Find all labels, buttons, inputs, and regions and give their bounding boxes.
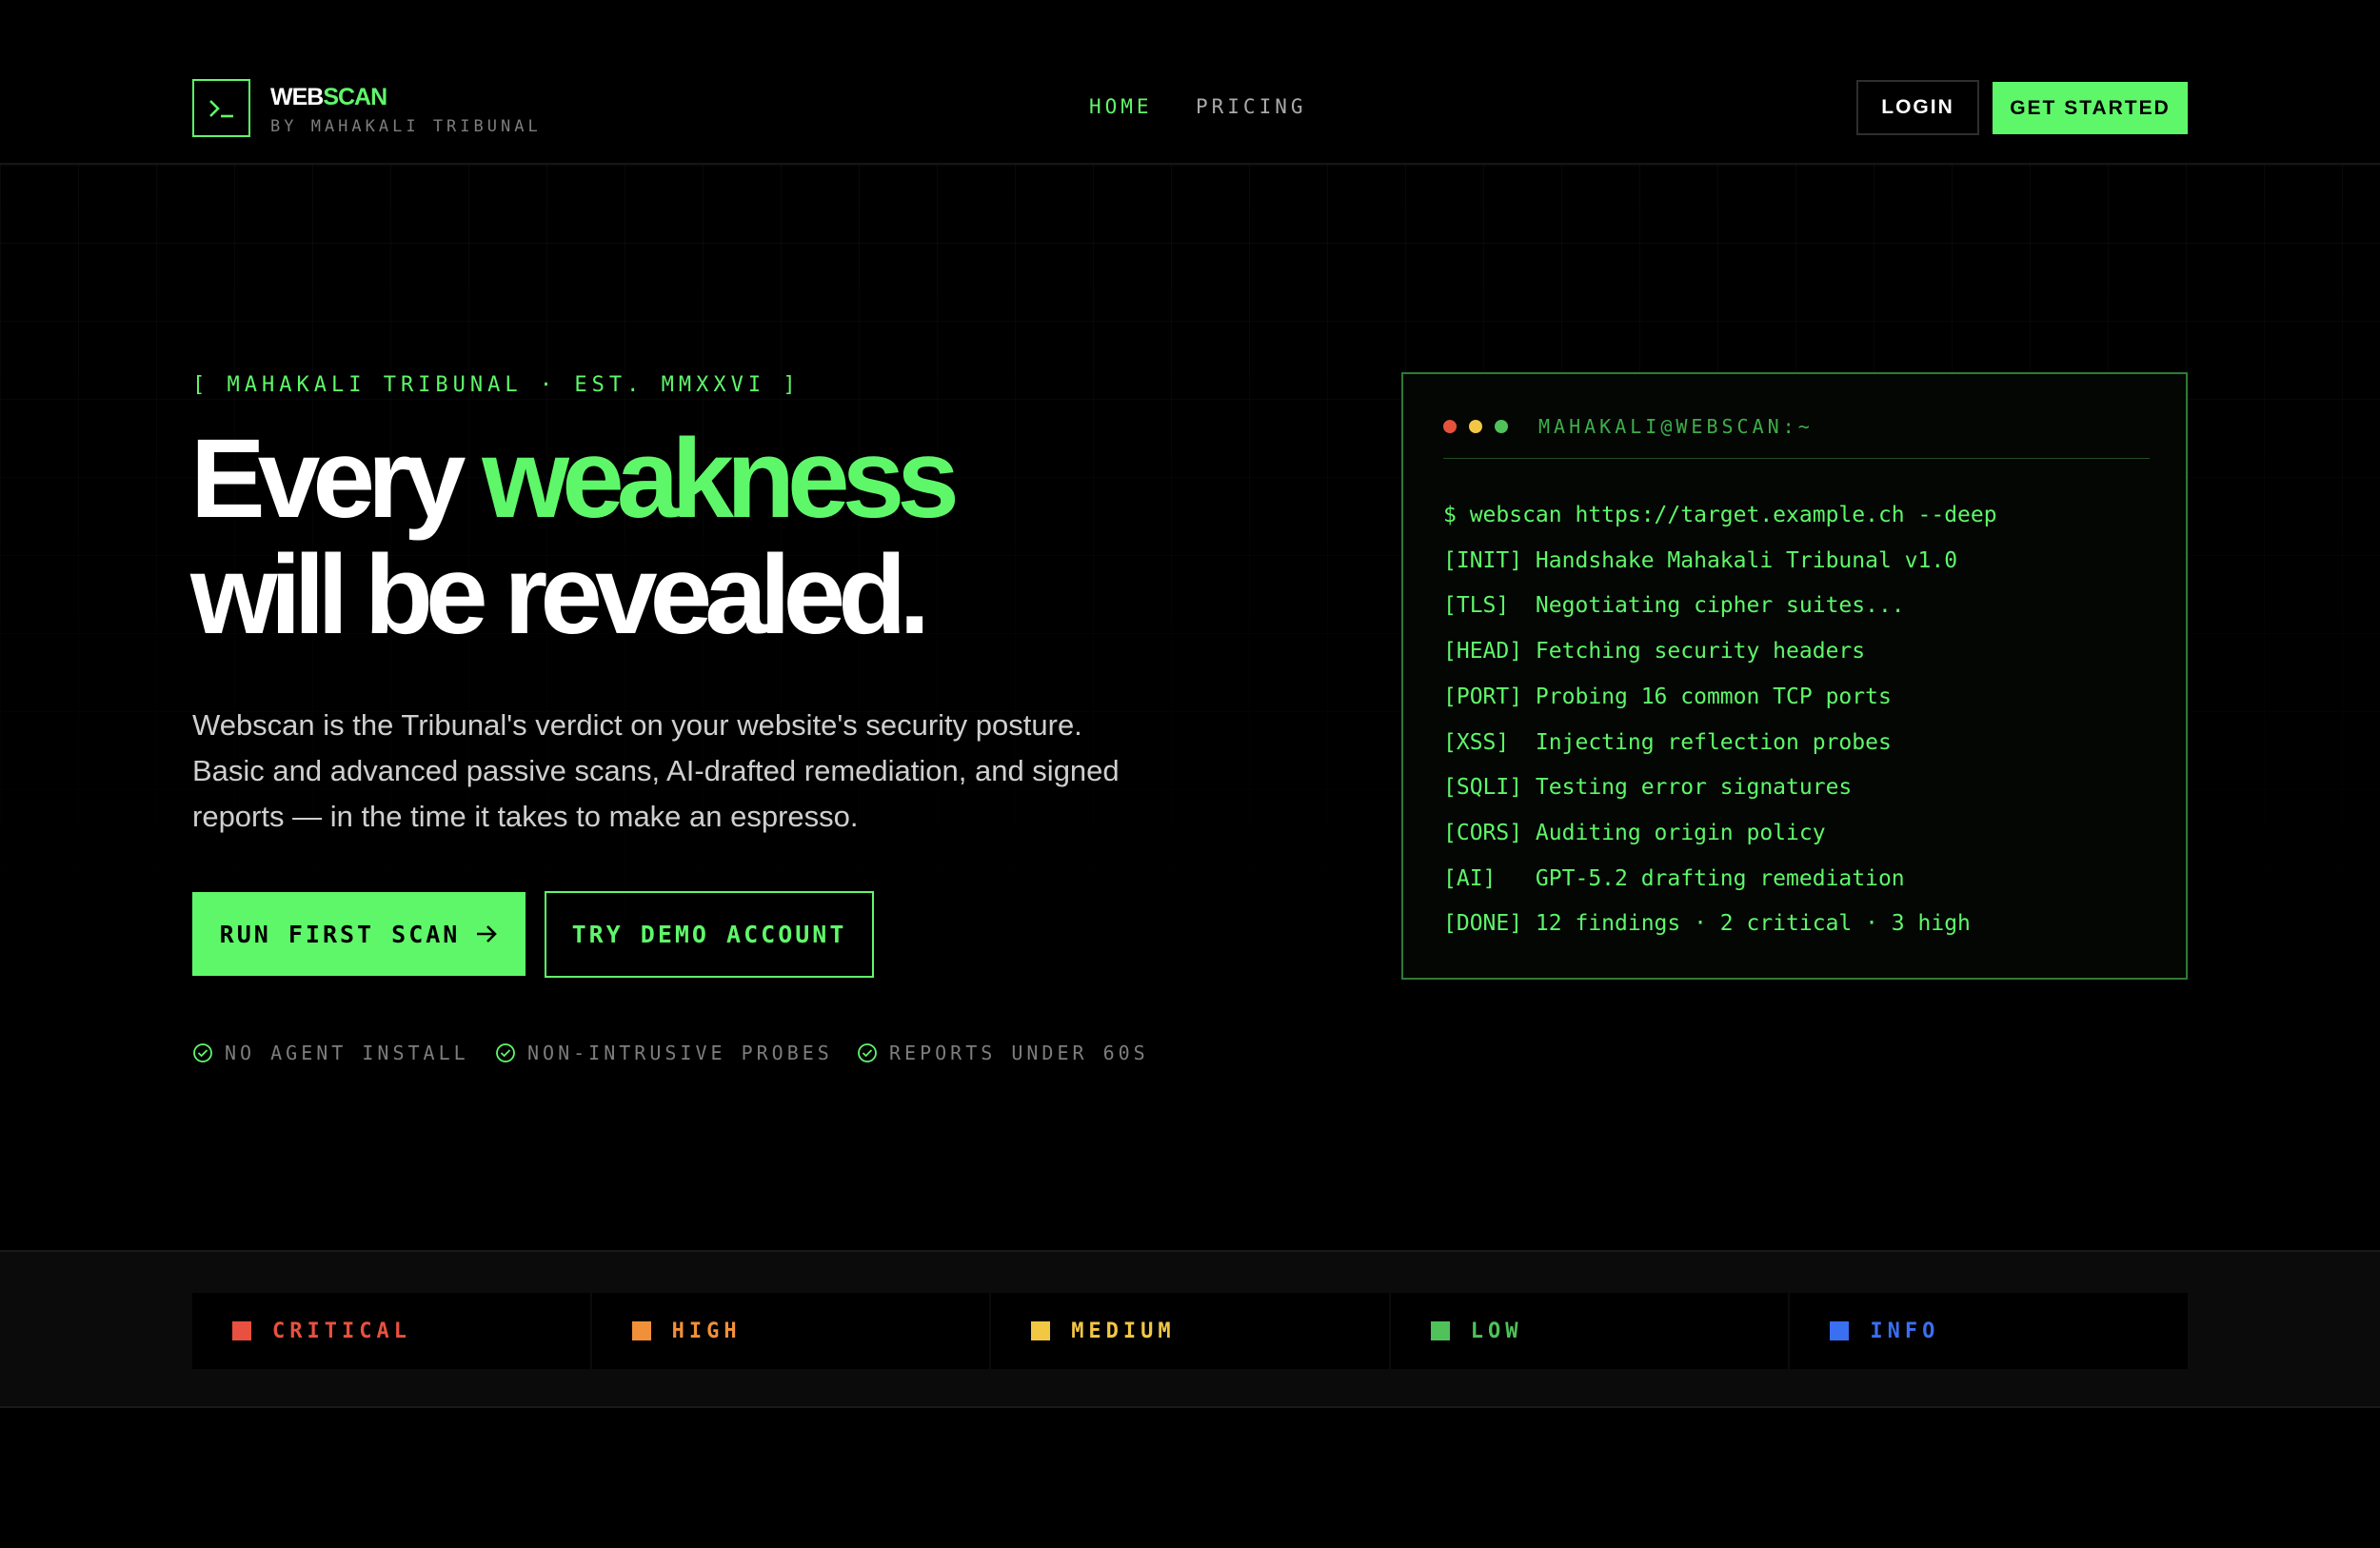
severity-label: CRITICAL: [272, 1319, 411, 1343]
run-first-scan-label: RUN FIRST SCAN: [219, 920, 461, 948]
hero-headline: Every weakness will be revealed.: [190, 421, 960, 653]
arrow-right-icon: [477, 925, 498, 943]
feature-label: REPORTS UNDER 60S: [889, 1042, 1149, 1064]
maximize-dot-icon: [1495, 420, 1508, 433]
hero-description: Webscan is the Tribunal's verdict on you…: [192, 708, 1120, 833]
severity-row: CRITICAL HIGH MEDIUM LOW INFO: [192, 1293, 2188, 1369]
brand-name[interactable]: WEBSCAN: [270, 84, 387, 111]
feature-label: NON-INTRUSIVE PROBES: [527, 1042, 833, 1064]
severity-square-icon: [1830, 1321, 1850, 1340]
severity-label: INFO: [1870, 1319, 1940, 1343]
check-circle-icon: [858, 1043, 877, 1062]
close-dot-icon: [1443, 420, 1457, 433]
hero-eyebrow: [ MAHAKALI TRIBUNAL · EST. MMXXVI ]: [192, 373, 801, 397]
severity-medium: MEDIUM: [991, 1293, 1389, 1369]
nav-pricing[interactable]: PRICING: [1196, 95, 1307, 118]
window-controls: [1443, 420, 1508, 433]
severity-square-icon: [1430, 1321, 1450, 1340]
run-first-scan-button[interactable]: RUN FIRST SCAN: [192, 892, 526, 976]
terminal-line: [PORT] Probing 16 common TCP ports: [1443, 684, 1892, 709]
terminal-title: MAHAKALI@WEBSCAN:~: [1538, 415, 1814, 438]
terminal-line: $ webscan https://target.example.ch --de…: [1443, 503, 1997, 527]
severity-critical: CRITICAL: [192, 1293, 590, 1369]
headline-highlight: weakness: [482, 416, 960, 542]
site-header: WEBSCAN BY MAHAKALI TRIBUNAL HOME PRICIN…: [0, 0, 2380, 165]
headline-line2: will be revealed.: [190, 532, 930, 658]
feature-label: NO AGENT INSTALL: [225, 1042, 469, 1064]
get-started-button[interactable]: GET STARTED: [1993, 82, 2188, 134]
terminal-prompt-icon: [208, 99, 233, 117]
severity-square-icon: [631, 1321, 651, 1340]
feature-item: REPORTS UNDER 60S: [857, 1042, 1149, 1064]
nav-home[interactable]: HOME: [1089, 95, 1153, 118]
brand-name-web: WEB: [270, 84, 324, 110]
severity-info: INFO: [1790, 1293, 2188, 1369]
minimize-dot-icon: [1469, 420, 1482, 433]
terminal-line: [SQLI] Testing error signatures: [1443, 775, 1853, 801]
severity-label: HIGH: [671, 1319, 742, 1343]
terminal-output: $ webscan https://target.example.ch --de…: [1443, 493, 1997, 947]
check-circle-icon: [496, 1043, 515, 1062]
headline-part1: Every: [190, 416, 483, 542]
logo-mark[interactable]: [192, 79, 250, 137]
severity-label: MEDIUM: [1071, 1319, 1176, 1343]
terminal-line: [HEAD] Fetching security headers: [1443, 639, 1866, 665]
terminal-line: [AI] GPT-5.2 drafting remediation: [1443, 865, 1905, 891]
terminal-divider: [1443, 458, 2150, 459]
severity-high: HIGH: [591, 1293, 990, 1369]
severity-square-icon: [232, 1321, 251, 1340]
try-demo-account-button[interactable]: TRY DEMO ACCOUNT: [545, 891, 874, 978]
severity-legend: CRITICAL HIGH MEDIUM LOW INFO: [0, 1250, 2380, 1408]
severity-square-icon: [1031, 1321, 1051, 1340]
feature-item: NO AGENT INSTALL: [192, 1042, 469, 1064]
terminal-line: [DONE] 12 findings · 2 critical · 3 high: [1443, 911, 1971, 937]
brand-subtitle: BY MAHAKALI TRIBUNAL: [270, 117, 542, 136]
terminal-line: [TLS] Negotiating cipher suites...: [1443, 593, 1905, 619]
feature-item: NON-INTRUSIVE PROBES: [495, 1042, 833, 1064]
terminal-line: [CORS] Auditing origin policy: [1443, 820, 1826, 845]
terminal-window: MAHAKALI@WEBSCAN:~ $ webscan https://tar…: [1401, 372, 2188, 980]
terminal-line: [XSS] Injecting reflection probes: [1443, 729, 1892, 755]
login-button[interactable]: LOGIN: [1856, 80, 1979, 135]
severity-label: LOW: [1470, 1319, 1523, 1343]
brand-name-scan: SCAN: [323, 84, 387, 110]
terminal-line: [INIT] Handshake Mahakali Tribunal v1.0: [1443, 547, 1958, 573]
check-circle-icon: [193, 1043, 212, 1062]
severity-low: LOW: [1390, 1293, 1789, 1369]
